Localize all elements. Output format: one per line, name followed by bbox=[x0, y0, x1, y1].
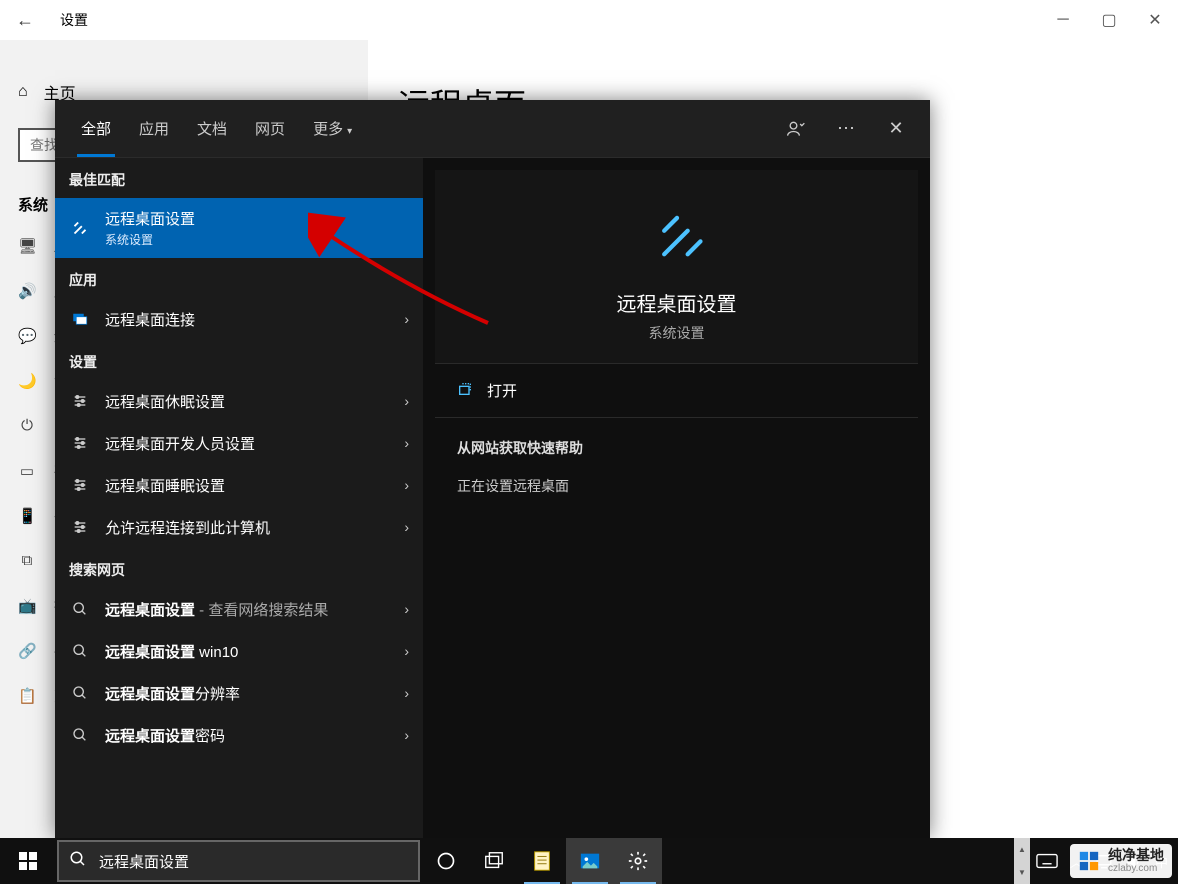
more-icon[interactable]: ⋯ bbox=[824, 107, 868, 151]
result-subtitle: 系统设置 bbox=[105, 231, 409, 248]
search-icon bbox=[69, 598, 91, 620]
close-search-button[interactable]: ✕ bbox=[874, 107, 918, 151]
chevron-right-icon: › bbox=[404, 311, 409, 327]
feedback-icon[interactable] bbox=[774, 107, 818, 151]
nav-icon: 💬 bbox=[18, 327, 36, 345]
result-web-item[interactable]: 远程桌面设置 - 查看网络搜索结果› bbox=[55, 588, 423, 630]
preview-open-button[interactable]: 打开 bbox=[435, 364, 918, 418]
search-results-list: 最佳匹配 远程桌面设置 系统设置 应用 远程桌面连接› 设置 远程桌面休眠设置›… bbox=[55, 158, 423, 838]
nav-icon: ▭ bbox=[18, 462, 36, 480]
scroll-down-icon[interactable]: ▼ bbox=[1014, 861, 1030, 884]
search-tab[interactable]: 文档 bbox=[183, 100, 241, 157]
preview-subtitle: 系统设置 bbox=[649, 323, 705, 343]
watermark: 纯净基地 czlaby.com bbox=[1070, 844, 1172, 878]
search-panel: 全部应用文档网页更多▾ ⋯ ✕ 最佳匹配 远程桌面设置 系统设置 应用 远程桌面… bbox=[55, 100, 930, 838]
nav-icon: 📋 bbox=[18, 687, 36, 705]
nav-icon: 🔗 bbox=[18, 642, 36, 660]
search-tab[interactable]: 网页 bbox=[241, 100, 299, 157]
settings-titlebar: ← 设置 ─ ▢ ✕ bbox=[0, 0, 1178, 40]
app-icon bbox=[69, 308, 91, 330]
tray-keyboard-icon[interactable] bbox=[1030, 838, 1064, 884]
result-web-item[interactable]: 远程桌面设置 win10› bbox=[55, 630, 423, 672]
taskbar: ▲ ▼ ︿ 中 bbox=[0, 838, 1178, 884]
sliders-icon bbox=[69, 432, 91, 454]
chevron-right-icon: › bbox=[404, 393, 409, 409]
result-settings-item[interactable]: 远程桌面开发人员设置› bbox=[55, 422, 423, 464]
nav-icon: 📺 bbox=[18, 597, 36, 615]
nav-icon: ⧉ bbox=[18, 552, 36, 569]
back-button[interactable]: ← bbox=[0, 10, 50, 31]
search-icon bbox=[69, 640, 91, 662]
result-web-item[interactable]: 远程桌面设置分辨率› bbox=[55, 672, 423, 714]
minimize-button[interactable]: ─ bbox=[1040, 0, 1086, 40]
search-icon bbox=[69, 682, 91, 704]
taskbar-app-notepad[interactable] bbox=[518, 838, 566, 884]
preview-remote-desktop-icon bbox=[642, 200, 712, 270]
search-preview: 远程桌面设置 系统设置 打开 从网站获取快速帮助 正在设置远程桌面 bbox=[423, 158, 930, 838]
watermark-url: czlaby.com bbox=[1108, 863, 1164, 874]
preview-help-link[interactable]: 正在设置远程桌面 bbox=[435, 466, 918, 506]
watermark-name: 纯净基地 bbox=[1108, 848, 1164, 863]
chevron-right-icon: › bbox=[404, 727, 409, 743]
result-settings-item[interactable]: 远程桌面休眠设置› bbox=[55, 380, 423, 422]
result-title: 远程桌面设置 bbox=[105, 208, 409, 229]
group-web: 搜索网页 bbox=[55, 548, 423, 588]
preview-title: 远程桌面设置 bbox=[617, 288, 737, 317]
group-apps: 应用 bbox=[55, 258, 423, 298]
search-tab[interactable]: 全部 bbox=[67, 100, 125, 157]
chevron-right-icon: › bbox=[404, 477, 409, 493]
chevron-right-icon: › bbox=[404, 435, 409, 451]
chevron-right-icon: › bbox=[404, 601, 409, 617]
nav-icon: ⏻ bbox=[18, 417, 36, 434]
sliders-icon bbox=[69, 390, 91, 412]
chevron-right-icon: › bbox=[404, 685, 409, 701]
open-label: 打开 bbox=[487, 380, 517, 401]
start-button[interactable] bbox=[0, 838, 55, 884]
preview-help-section: 从网站获取快速帮助 bbox=[435, 418, 918, 466]
maximize-button[interactable]: ▢ bbox=[1086, 0, 1132, 40]
watermark-logo-icon bbox=[1078, 850, 1100, 872]
group-best-match: 最佳匹配 bbox=[55, 158, 423, 198]
result-web-item[interactable]: 远程桌面设置密码› bbox=[55, 714, 423, 756]
search-tab[interactable]: 更多▾ bbox=[299, 100, 366, 157]
sliders-icon bbox=[69, 474, 91, 496]
remote-desktop-icon bbox=[69, 217, 91, 239]
chevron-down-icon: ▾ bbox=[347, 126, 352, 137]
window-controls: ─ ▢ ✕ bbox=[1040, 0, 1178, 40]
open-icon bbox=[457, 381, 473, 401]
taskbar-scroll[interactable]: ▲ ▼ bbox=[1014, 838, 1030, 884]
nav-icon: 🔊 bbox=[18, 282, 36, 300]
search-tab[interactable]: 应用 bbox=[125, 100, 183, 157]
chevron-right-icon: › bbox=[404, 519, 409, 535]
search-tabs: 全部应用文档网页更多▾ ⋯ ✕ bbox=[55, 100, 930, 158]
result-app-item[interactable]: 远程桌面连接› bbox=[55, 298, 423, 340]
search-icon bbox=[69, 724, 91, 746]
taskbar-search-input[interactable] bbox=[99, 853, 408, 870]
nav-icon: 📱 bbox=[18, 507, 36, 525]
search-icon bbox=[69, 850, 87, 873]
cortana-button[interactable] bbox=[422, 838, 470, 884]
taskbar-app-photos[interactable] bbox=[566, 838, 614, 884]
result-settings-item[interactable]: 允许远程连接到此计算机› bbox=[55, 506, 423, 548]
home-icon: ⌂ bbox=[18, 83, 28, 101]
nav-icon: 🖥 bbox=[18, 237, 36, 255]
sliders-icon bbox=[69, 516, 91, 538]
nav-icon: 🌙 bbox=[18, 372, 36, 390]
window-title: 设置 bbox=[60, 10, 88, 30]
task-view-button[interactable] bbox=[470, 838, 518, 884]
taskbar-search[interactable] bbox=[57, 840, 420, 882]
scroll-up-icon[interactable]: ▲ bbox=[1014, 838, 1030, 861]
chevron-right-icon: › bbox=[404, 643, 409, 659]
result-best-match[interactable]: 远程桌面设置 系统设置 bbox=[55, 198, 423, 258]
group-settings: 设置 bbox=[55, 340, 423, 380]
result-settings-item[interactable]: 远程桌面睡眠设置› bbox=[55, 464, 423, 506]
taskbar-app-settings[interactable] bbox=[614, 838, 662, 884]
close-button[interactable]: ✕ bbox=[1132, 0, 1178, 40]
